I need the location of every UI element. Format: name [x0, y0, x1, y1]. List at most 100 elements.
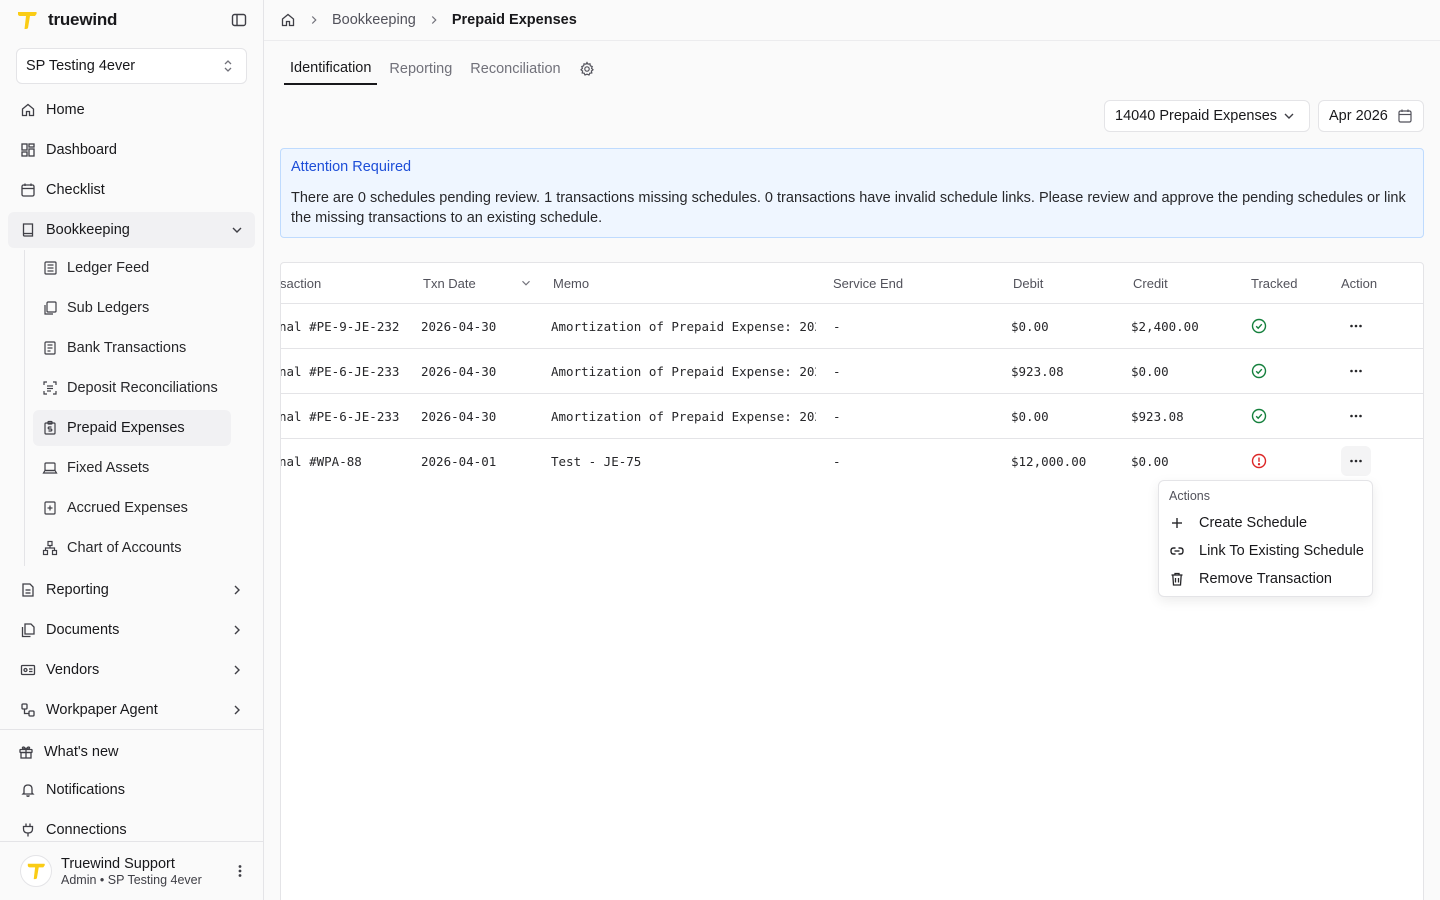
sidebar-item-label: Fixed Assets [67, 460, 150, 476]
table-row[interactable]: nal #PE-9-JE-232 2026-04-30 Amortization… [281, 304, 1423, 349]
sidebar-item-documents[interactable]: Documents [8, 612, 255, 648]
clipboard-dollar-icon [42, 420, 58, 436]
period-picker[interactable]: Apr 2026 [1318, 100, 1424, 132]
plug-icon [20, 822, 36, 838]
column-tracked[interactable]: Tracked [1251, 263, 1297, 303]
row-actions-button[interactable] [1341, 356, 1371, 386]
sidebar-item-workpaper-agent[interactable]: Workpaper Agent [8, 692, 255, 728]
sidebar-item-vendors[interactable]: Vendors [8, 652, 255, 688]
cell-credit: $0.00 [1131, 363, 1169, 379]
id-card-icon [20, 662, 36, 678]
sidebar-item-reporting[interactable]: Reporting [8, 572, 255, 608]
chevrons-up-down-icon [220, 58, 236, 74]
period-value: Apr 2026 [1329, 108, 1388, 124]
sidebar-item-label: Home [46, 102, 85, 118]
row-actions-button[interactable] [1341, 401, 1371, 431]
more-vertical-icon[interactable] [230, 861, 250, 881]
sidebar-item-fixed-assets[interactable]: Fixed Assets [33, 450, 231, 486]
organization-name: SP Testing 4ever [26, 58, 136, 74]
menu-item-remove-transaction[interactable]: Remove Transaction [1163, 565, 1368, 593]
cell-memo: Amortization of Prepaid Expense: 2026-04… [551, 408, 816, 424]
sidebar-item-accrued-expenses[interactable]: Accrued Expenses [33, 490, 231, 526]
chevron-down-icon [1281, 108, 1297, 124]
settings-gear-icon[interactable] [573, 52, 601, 85]
alert-title: Attention Required [291, 159, 412, 175]
more-horizontal-icon [1350, 459, 1362, 463]
truewind-logo-icon [27, 863, 45, 880]
sidebar-item-label: Prepaid Expenses [67, 420, 185, 436]
cell-credit: $923.08 [1131, 408, 1184, 424]
submenu-guide [24, 250, 25, 566]
sidebar-item-ledger-feed[interactable]: Ledger Feed [33, 250, 231, 286]
cell-credit: $0.00 [1131, 453, 1169, 469]
row-actions-button[interactable] [1341, 311, 1371, 341]
tab-reconciliation[interactable]: Reconciliation [464, 52, 566, 85]
sidebar-item-label: Reporting [46, 582, 109, 598]
sidebar-item-connections[interactable]: Connections [8, 812, 255, 848]
more-horizontal-icon [1350, 324, 1362, 328]
sidebar-item-deposit-reconciliations[interactable]: Deposit Reconciliations [33, 370, 231, 406]
organization-select[interactable]: SP Testing 4ever [16, 48, 247, 84]
sidebar-item-checklist[interactable]: Checklist [8, 172, 255, 208]
cell-debit: $923.08 [1011, 363, 1064, 379]
files-icon [20, 622, 36, 638]
sidebar-item-whats-new[interactable]: What's new [6, 734, 253, 770]
sidebar-item-label: Ledger Feed [67, 260, 150, 276]
sidebar-toggle-icon[interactable] [229, 10, 249, 30]
tab-identification[interactable]: Identification [284, 52, 378, 85]
link-icon [1169, 543, 1185, 559]
brand-name: truewind [48, 10, 118, 29]
sidebar-item-label: Notifications [46, 782, 125, 798]
scan-text-icon [42, 380, 58, 396]
table-row[interactable]: nal #WPA-88 2026-04-01 Test - JE-75 - $1… [281, 439, 1423, 484]
breadcrumb-current: Prepaid Expenses [451, 12, 577, 28]
row-actions-menu: Actions Create Schedule Link To Existing… [1158, 480, 1373, 597]
sidebar-item-chart-of-accounts[interactable]: Chart of Accounts [33, 530, 231, 566]
sort-chevron-down-icon[interactable] [519, 263, 533, 303]
sidebar-item-sub-ledgers[interactable]: Sub Ledgers [33, 290, 231, 326]
cell-txn-date: 2026-04-30 [421, 318, 497, 334]
column-txn-date[interactable]: Txn Date [423, 263, 476, 303]
tab-reporting[interactable]: Reporting [383, 52, 458, 85]
avatar [20, 855, 52, 887]
column-service-end[interactable]: Service End [833, 263, 903, 303]
user-card[interactable]: Truewind Support Admin • SP Testing 4eve… [20, 852, 250, 890]
sidebar-item-dashboard[interactable]: Dashboard [8, 132, 255, 168]
cell-txn-date: 2026-04-01 [421, 453, 497, 469]
brand[interactable]: truewind [16, 8, 117, 32]
column-credit[interactable]: Credit [1133, 263, 1168, 303]
laptop-icon [42, 460, 58, 476]
row-actions-button[interactable] [1341, 446, 1371, 476]
menu-item-link-schedule[interactable]: Link To Existing Schedule [1163, 537, 1368, 565]
column-memo[interactable]: Memo [553, 263, 589, 303]
cell-credit: $2,400.00 [1131, 318, 1199, 334]
dashboard-icon [20, 142, 36, 158]
chevron-right-icon [306, 12, 322, 28]
column-transaction[interactable]: saction [281, 263, 321, 303]
sidebar-item-bookkeeping[interactable]: Bookkeeping [8, 212, 255, 248]
file-text-icon [20, 582, 36, 598]
sidebar-item-notifications[interactable]: Notifications [8, 772, 255, 808]
breadcrumb-bookkeeping[interactable]: Bookkeeping [332, 12, 416, 28]
cell-debit: $0.00 [1011, 408, 1049, 424]
chevron-right-icon [229, 582, 245, 598]
chevron-right-icon [426, 12, 442, 28]
menu-item-create-schedule[interactable]: Create Schedule [1163, 509, 1368, 537]
book-icon [20, 222, 36, 238]
user-name: Truewind Support [61, 855, 175, 872]
table-row[interactable]: nal #PE-6-JE-233 2026-04-30 Amortization… [281, 349, 1423, 394]
table-row[interactable]: nal #PE-6-JE-233 2026-04-30 Amortization… [281, 394, 1423, 439]
table-header: saction Txn Date Memo Service End Debit … [281, 263, 1423, 304]
account-select[interactable]: 14040 Prepaid Expenses [1104, 100, 1310, 132]
sidebar-item-label: Chart of Accounts [67, 540, 182, 556]
tab-bar: Identification Reporting Reconciliation [284, 52, 601, 85]
alert-body: There are 0 schedules pending review. 1 … [291, 190, 1406, 226]
column-debit[interactable]: Debit [1013, 263, 1043, 303]
sidebar-item-bank-transactions[interactable]: Bank Transactions [33, 330, 231, 366]
sidebar-item-label: Documents [46, 622, 120, 638]
home-icon[interactable] [280, 12, 296, 28]
cell-service-end: - [833, 453, 841, 469]
sidebar-item-prepaid-expenses[interactable]: Prepaid Expenses [33, 410, 231, 446]
sidebar-item-home[interactable]: Home [8, 92, 255, 128]
truewind-logo-icon [16, 9, 38, 31]
